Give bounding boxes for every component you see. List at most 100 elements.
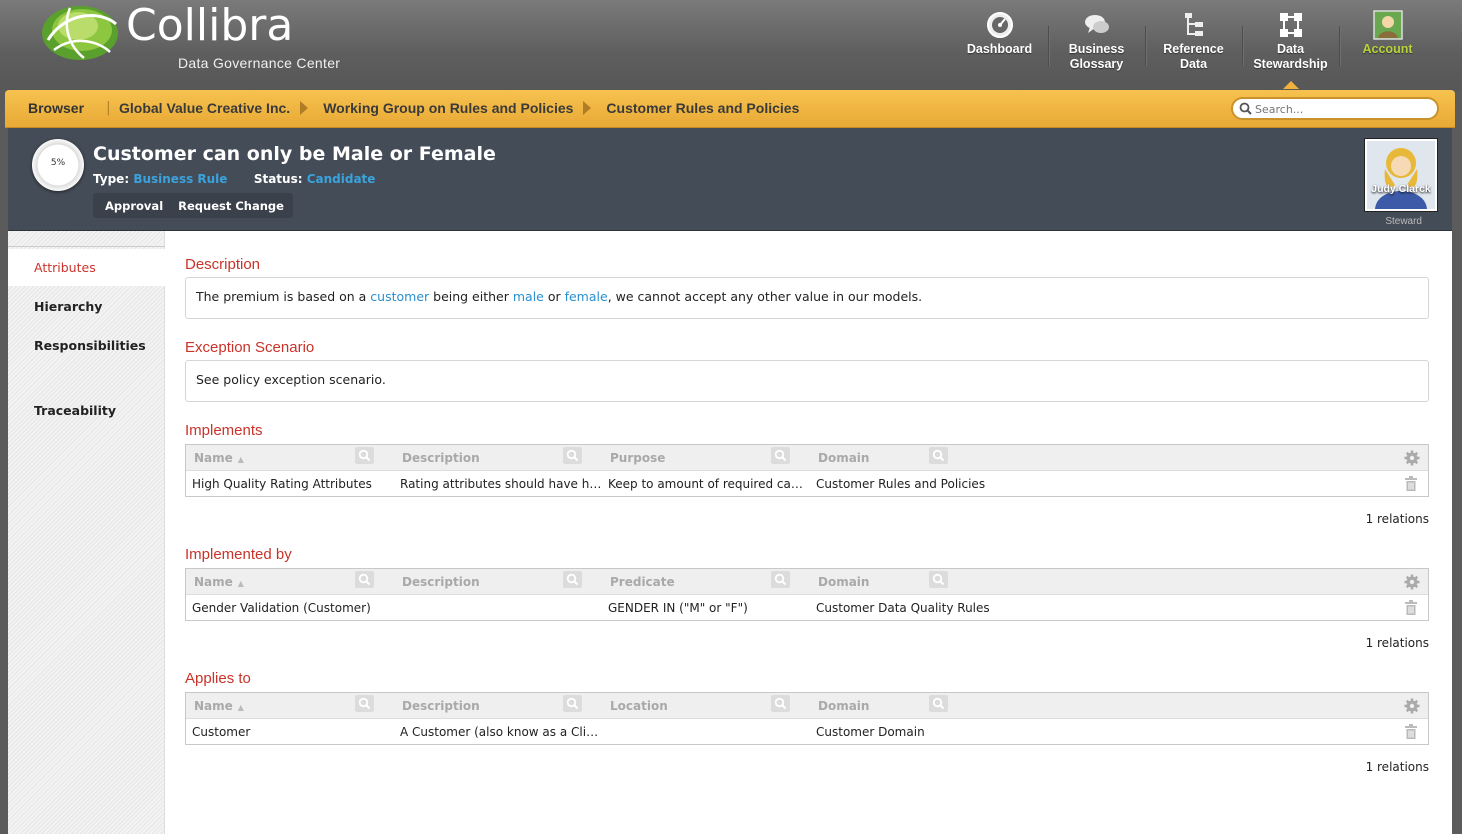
search-input[interactable] [1255,100,1431,118]
top-header: Collibra Data Governance Center Dashboar… [0,0,1462,90]
sidebar-item-responsibilities[interactable]: Responsibilities [8,327,165,364]
type-value-link[interactable]: Business Rule [133,172,227,186]
main-navigation: Dashboard Business Glossary Reference Da… [951,6,1436,89]
column-filter-search-icon[interactable] [563,571,582,588]
breadcrumb: Global Value Creative Inc. Working Group… [119,100,799,116]
gear-icon[interactable] [1404,450,1420,466]
nav-business-glossary-label: Business Glossary [1068,42,1125,71]
column-filter-search-icon[interactable] [355,695,374,712]
column-header-description[interactable]: Description [402,575,480,589]
collibra-logo[interactable]: Collibra Data Governance Center [40,0,380,80]
sidebar: Attributes Hierarchy Responsibilities Tr… [8,231,165,834]
nav-dashboard[interactable]: Dashboard [951,6,1048,86]
breadcrumb-chevron-icon [583,101,592,115]
implemented-by-title: Implemented by [185,546,292,563]
gear-icon[interactable] [1404,574,1420,590]
brand-name: Collibra [126,0,294,51]
column-header-description[interactable]: Description [402,451,480,465]
nav-dashboard-label: Dashboard [966,42,1033,56]
brand-subtitle: Data Governance Center [178,55,341,71]
breadcrumb-item-subcommunity[interactable]: Working Group on Rules and Policies [323,100,573,116]
implements-title: Implements [185,422,263,439]
customer-link[interactable]: customer [370,289,429,304]
male-link[interactable]: male [513,289,544,304]
asset-meta: Type: Business Rule Status: Candidate [93,172,375,186]
column-header-purpose[interactable]: Purpose [610,451,665,465]
column-filter-search-icon[interactable] [771,571,790,588]
speech-bubbles-icon [1084,15,1109,33]
workflow-actions: Approval Request Change [93,193,293,218]
status-value-link[interactable]: Candidate [307,172,376,186]
approval-button[interactable]: Approval [93,193,172,218]
sidebar-item-traceability[interactable]: Traceability [8,392,165,429]
completion-progress-badge: 5% [32,139,84,191]
implements-table: Name ▲ Description Purpose Domain High Qu… [185,444,1429,497]
column-header-location[interactable]: Location [610,699,668,713]
column-header-name[interactable]: Name ▲ [194,451,244,465]
breadcrumb-bar: Browser | Global Value Creative Inc. Wor… [5,90,1455,128]
nav-reference-data[interactable]: Reference Data [1145,6,1242,86]
column-header-name[interactable]: Name ▲ [194,699,244,713]
user-avatar-icon [1372,10,1403,40]
asset-header: 5% Customer can only be Male or Female T… [8,128,1452,231]
search-box[interactable] [1231,97,1439,120]
female-link[interactable]: female [565,289,608,304]
table-row[interactable]: Customer A Customer (also know as a Cli…… [186,719,1428,744]
nav-business-glossary[interactable]: Business Glossary [1048,6,1145,86]
column-header-name[interactable]: Name ▲ [194,575,244,589]
steward-role-label: Steward [1385,216,1422,227]
trash-icon[interactable] [1405,724,1417,739]
relations-count: 1 relations [1365,760,1429,774]
breadcrumb-item-community[interactable]: Global Value Creative Inc. [119,100,290,116]
search-icon [1239,102,1252,115]
steward-avatar[interactable]: Judy Clarck [1364,138,1438,212]
sidebar-item-attributes[interactable]: Attributes [8,249,165,286]
nav-data-stewardship-label: Data Stewardship [1253,42,1328,71]
gear-icon[interactable] [1404,698,1420,714]
trash-icon[interactable] [1405,476,1417,491]
column-filter-search-icon[interactable] [929,447,948,464]
page-title: Customer can only be Male or Female [93,143,496,165]
type-label: Type: [93,172,130,186]
collibra-logo-mark-icon [42,6,118,60]
column-header-domain[interactable]: Domain [818,699,869,713]
column-header-predicate[interactable]: Predicate [610,575,675,589]
column-header-domain[interactable]: Domain [818,575,869,589]
nav-account[interactable]: Account [1339,6,1436,86]
column-filter-search-icon[interactable] [563,695,582,712]
exception-scenario-title: Exception Scenario [185,339,315,356]
sidebar-item-hierarchy[interactable]: Hierarchy [8,288,165,325]
column-filter-search-icon[interactable] [771,447,790,464]
table-header: Name ▲ Description Predicate Domain [186,569,1428,595]
column-filter-search-icon[interactable] [929,571,948,588]
column-filter-search-icon[interactable] [929,695,948,712]
table-header: Name ▲ Description Location Domain [186,693,1428,719]
trash-icon[interactable] [1405,600,1417,615]
column-filter-search-icon[interactable] [563,447,582,464]
nav-account-label: Account [1362,42,1413,56]
description-title: Description [185,256,261,273]
nav-data-stewardship[interactable]: Data Stewardship [1242,6,1339,89]
exception-scenario-field[interactable]: See policy exception scenario. [185,360,1429,402]
relations-count: 1 relations [1365,636,1429,650]
breadcrumb-item-domain[interactable]: Customer Rules and Policies [606,100,799,116]
steward-name: Judy Clarck [1371,183,1431,195]
column-header-domain[interactable]: Domain [818,451,869,465]
progress-label: 5% [50,158,66,168]
description-field[interactable]: The premium is based on a customer being… [185,277,1429,319]
breadcrumb-chevron-icon [300,101,309,115]
table-header: Name ▲ Description Purpose Domain [186,445,1428,471]
breadcrumb-browser-link[interactable]: Browser [28,100,84,116]
reference-tree-icon [1184,13,1203,36]
status-label: Status: [253,172,303,186]
relations-count: 1 relations [1365,512,1429,526]
table-row[interactable]: Gender Validation (Customer) GENDER IN (… [186,595,1428,620]
column-header-description[interactable]: Description [402,699,480,713]
column-filter-search-icon[interactable] [355,447,374,464]
column-filter-search-icon[interactable] [771,695,790,712]
table-row[interactable]: High Quality Rating Attributes Rating at… [186,471,1428,496]
breadcrumb-separator: | [106,100,111,116]
request-change-button[interactable]: Request Change [172,193,293,218]
column-filter-search-icon[interactable] [355,571,374,588]
dashboard-gauge-icon [986,12,1013,38]
